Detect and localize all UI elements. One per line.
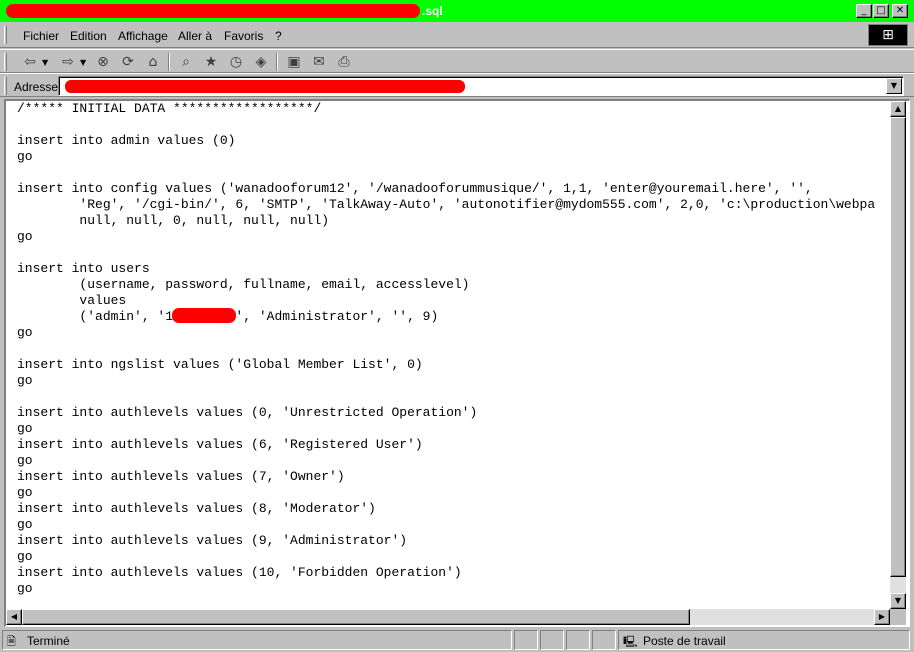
close-button[interactable]: ✕	[892, 4, 908, 18]
refresh-icon[interactable]: ⟳	[118, 52, 138, 72]
code-line: go	[17, 485, 33, 500]
code-line: values	[17, 293, 127, 308]
code-line: insert into users	[17, 261, 150, 276]
redacted-password	[172, 308, 236, 323]
code-line: go	[17, 517, 33, 532]
code-line: insert into authlevels values (8, 'Moder…	[17, 501, 376, 516]
window-title: .sql	[6, 3, 443, 19]
menu-affichage[interactable]: Affichage	[118, 29, 168, 43]
forward-dropdown-icon[interactable]: ▼	[80, 58, 86, 67]
vertical-scroll-thumb[interactable]	[890, 117, 906, 577]
status-panel	[514, 630, 538, 650]
address-input[interactable]: ▼	[58, 76, 904, 96]
menu-fichier[interactable]: Fichier	[23, 29, 59, 43]
code-line: go	[17, 453, 33, 468]
horizontal-scrollbar[interactable]: ◀ ▶	[6, 609, 890, 625]
scroll-down-button[interactable]: ▼	[890, 593, 906, 609]
redacted-url	[65, 80, 465, 93]
menu-bar: Fichier Edition Affichage Aller à Favori…	[0, 22, 914, 48]
code-line: go	[17, 549, 33, 564]
print-icon[interactable]: ⎙	[334, 52, 354, 72]
windows-logo-icon: ⊞	[868, 24, 908, 46]
zone-text: Poste de travail	[643, 634, 726, 648]
code-line: insert into admin values (0)	[17, 133, 236, 148]
status-text: Terminé	[27, 634, 70, 648]
window-title-suffix: .sql	[422, 4, 443, 18]
document-view[interactable]: /***** INITIAL DATA ******************/ …	[4, 99, 910, 627]
code-line: go	[17, 373, 33, 388]
code-line: go	[17, 421, 33, 436]
search-icon[interactable]: ⌕	[176, 52, 196, 72]
toolbar-separator	[276, 53, 278, 71]
code-line: insert into authlevels values (10, 'Forb…	[17, 565, 462, 580]
back-icon[interactable]: ⇦	[20, 52, 40, 72]
channels-icon[interactable]: ◈	[251, 52, 271, 72]
code-line: insert into authlevels values (7, 'Owner…	[17, 469, 345, 484]
address-dropdown-button[interactable]: ▼	[886, 78, 902, 94]
status-panel	[566, 630, 590, 650]
forward-icon[interactable]: ⇨	[58, 52, 78, 72]
address-grip[interactable]	[4, 77, 7, 95]
code-line: /***** INITIAL DATA ******************/	[17, 101, 322, 116]
back-dropdown-icon[interactable]: ▼	[42, 58, 48, 67]
horizontal-scroll-thumb[interactable]	[22, 609, 690, 625]
toolbar-separator	[168, 53, 170, 71]
status-main-panel: 🗎 Terminé	[2, 630, 512, 650]
toolbar: ⇦ ▼ ⇨ ▼ ⊗ ⟳ ⌂ ⌕ ★ ◷ ◈ ▣ ✉ ⎙	[0, 49, 914, 73]
favorites-icon[interactable]: ★	[201, 52, 221, 72]
code-line: go	[17, 149, 33, 164]
code-line: go	[17, 325, 33, 340]
code-line: null, null, 0, null, null, null)	[17, 213, 330, 228]
maximize-button[interactable]: □	[873, 4, 889, 18]
fullscreen-icon[interactable]: ▣	[284, 52, 304, 72]
menu-grip[interactable]	[4, 26, 7, 44]
page-done-icon: 🗎	[7, 635, 16, 648]
code-line: go	[17, 581, 33, 596]
code-line: insert into ngslist values ('Global Memb…	[17, 357, 423, 372]
code-line: (username, password, fullname, email, ac…	[17, 277, 470, 292]
address-label: Adresse	[14, 80, 59, 94]
menu-edition[interactable]: Edition	[70, 29, 107, 43]
vertical-scrollbar[interactable]: ▲ ▼	[890, 101, 906, 609]
status-zone-panel: 🖳 Poste de travail	[618, 630, 910, 650]
scroll-left-button[interactable]: ◀	[6, 609, 22, 625]
code-line: 'Reg', '/cgi-bin/', 6, 'SMTP', 'TalkAway…	[17, 197, 876, 212]
sql-code: /***** INITIAL DATA ******************/ …	[17, 101, 875, 597]
computer-icon: 🖳	[623, 635, 638, 648]
code-line: insert into authlevels values (0, 'Unres…	[17, 405, 478, 420]
mail-icon[interactable]: ✉	[309, 52, 329, 72]
menu-aller-a[interactable]: Aller à	[178, 29, 212, 43]
title-bar[interactable]: .sql _ □ ✕	[0, 0, 914, 22]
minimize-button[interactable]: _	[856, 4, 872, 18]
status-panel	[592, 630, 616, 650]
redacted-title	[6, 4, 420, 18]
code-line: insert into authlevels values (9, 'Admin…	[17, 533, 408, 548]
code-line: insert into authlevels values (6, 'Regis…	[17, 437, 423, 452]
address-bar: Adresse ▼	[0, 73, 914, 97]
menu-favoris[interactable]: Favoris	[224, 29, 263, 43]
code-line: ('admin', '1a c', 'Administrator', '', 9…	[79, 309, 439, 324]
code-line: insert into config values ('wanadooforum…	[17, 181, 813, 196]
stop-icon[interactable]: ⊗	[93, 52, 113, 72]
status-bar: 🗎 Terminé 🖳 Poste de travail	[0, 628, 914, 652]
code-line: go	[17, 229, 33, 244]
home-icon[interactable]: ⌂	[143, 52, 163, 72]
menu-help[interactable]: ?	[275, 29, 282, 43]
scroll-right-button[interactable]: ▶	[874, 609, 890, 625]
status-panel	[540, 630, 564, 650]
toolbar-grip[interactable]	[4, 53, 7, 71]
history-icon[interactable]: ◷	[226, 52, 246, 72]
scrollbar-corner	[890, 609, 906, 625]
scroll-up-button[interactable]: ▲	[890, 101, 906, 117]
